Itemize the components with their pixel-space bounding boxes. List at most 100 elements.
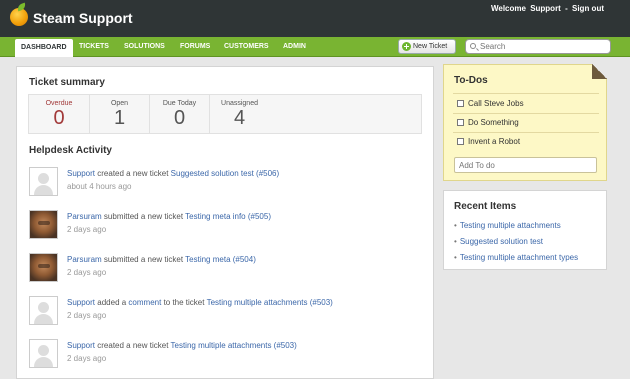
ticket-link[interactable]: Testing meta info (#505) xyxy=(185,212,271,221)
activity-item: Support created a new ticket Suggested s… xyxy=(29,167,409,203)
ticket-link[interactable]: Testing multiple attachments (#503) xyxy=(171,341,297,350)
stat-value: 0 xyxy=(53,107,65,129)
activity-action: submitted a new ticket xyxy=(103,212,184,221)
stat-label: Overdue xyxy=(45,100,73,107)
divider xyxy=(453,93,599,94)
welcome-text: Welcome xyxy=(490,4,526,13)
activity-text: Support created a new ticket Testing mul… xyxy=(67,341,297,350)
activity-text: Parsuram submitted a new ticket Testing … xyxy=(67,212,271,221)
search-box xyxy=(465,39,611,54)
activity-time: 2 days ago xyxy=(67,354,107,363)
avatar xyxy=(29,296,58,325)
comment-link[interactable]: comment xyxy=(128,298,161,307)
ticket-link[interactable]: Testing meta (#504) xyxy=(185,255,256,264)
signout-link[interactable]: Sign out xyxy=(572,4,604,13)
activity-time: about 4 hours ago xyxy=(67,182,132,191)
activity-item: Parsuram submitted a new ticket Testing … xyxy=(29,253,409,289)
ticket-link[interactable]: Suggested solution test (#506) xyxy=(171,169,280,178)
todo-item[interactable]: Do Something xyxy=(457,118,519,127)
activity-text: Support created a new ticket Suggested s… xyxy=(67,169,279,178)
recent-item-label: Testing multiple attachment types xyxy=(459,253,579,262)
activity-time: 2 days ago xyxy=(67,268,107,277)
recent-item-label: Suggested solution test xyxy=(459,237,543,246)
activity-text: Parsuram submitted a new ticket Testing … xyxy=(67,255,256,264)
username-link[interactable]: Support xyxy=(530,4,561,13)
activity-item: Parsuram submitted a new ticket Testing … xyxy=(29,210,409,246)
dashboard-main: Ticket summary Overdue 0 Open 1 Due Toda… xyxy=(16,66,434,379)
userbar-separator: - xyxy=(565,4,568,13)
todo-item[interactable]: Call Steve Jobs xyxy=(457,99,524,108)
new-ticket-label: New Ticket xyxy=(413,43,448,50)
recent-item-label: Testing multiple attachments xyxy=(459,221,561,230)
tab-forums[interactable]: FORUMS xyxy=(180,37,210,57)
stat-due-today[interactable]: Due Today 0 xyxy=(149,95,209,133)
tab-dashboard[interactable]: DASHBOARD xyxy=(15,39,73,57)
search-icon xyxy=(470,43,476,49)
tab-admin[interactable]: ADMIN xyxy=(283,37,306,57)
activity-time: 2 days ago xyxy=(67,225,107,234)
user-link[interactable]: Support xyxy=(67,169,95,178)
stat-label: Unassigned xyxy=(221,100,258,107)
app-title: Steam Support xyxy=(33,10,133,26)
activity-text: Support added a comment to the ticket Te… xyxy=(67,298,333,307)
page-curl-icon xyxy=(592,64,607,79)
bullet-icon: • xyxy=(454,237,457,246)
ticket-link[interactable]: Testing multiple attachments (#503) xyxy=(207,298,333,307)
stat-value: 1 xyxy=(113,107,126,129)
activity-item: Support created a new ticket Testing mul… xyxy=(29,339,409,375)
stat-overdue[interactable]: Overdue 0 xyxy=(29,95,89,133)
todo-checkbox[interactable] xyxy=(457,119,464,126)
todo-title: To-Dos xyxy=(454,75,488,86)
avatar xyxy=(29,339,58,368)
todo-label: Do Something xyxy=(468,118,519,127)
todo-panel: To-Dos Call Steve Jobs Do Something Inve… xyxy=(443,64,607,181)
recent-items-panel: Recent Items • Testing multiple attachmen… xyxy=(443,190,607,270)
search-input[interactable] xyxy=(480,41,608,52)
recent-item[interactable]: • Testing multiple attachment types xyxy=(454,253,578,262)
todo-item[interactable]: Invent a Robot xyxy=(457,137,520,146)
divider xyxy=(453,113,599,114)
bullet-icon: • xyxy=(454,221,457,230)
todo-checkbox[interactable] xyxy=(457,100,464,107)
recent-item[interactable]: • Testing multiple attachments xyxy=(454,221,561,230)
recent-items-title: Recent Items xyxy=(454,201,517,212)
ticket-summary-title: Ticket summary xyxy=(29,77,105,88)
user-bar: Welcome Support - Sign out xyxy=(489,4,604,13)
user-link[interactable]: Support xyxy=(67,298,95,307)
user-link[interactable]: Parsuram xyxy=(67,255,102,264)
tab-customers[interactable]: CUSTOMERS xyxy=(224,37,269,57)
activity-action: to the ticket xyxy=(163,298,205,307)
recent-item[interactable]: • Suggested solution test xyxy=(454,237,543,246)
avatar xyxy=(29,253,58,282)
add-todo-input[interactable] xyxy=(459,160,591,170)
bullet-icon: • xyxy=(454,253,457,262)
todo-label: Call Steve Jobs xyxy=(468,99,524,108)
avatar xyxy=(29,167,58,196)
stat-unassigned[interactable]: Unassigned 4 xyxy=(209,95,269,133)
stat-label: Due Today xyxy=(162,100,197,107)
activity-time: 2 days ago xyxy=(67,311,107,320)
new-ticket-button[interactable]: New Ticket xyxy=(398,39,456,54)
tab-tickets[interactable]: TICKETS xyxy=(79,37,109,57)
activity-action: submitted a new ticket xyxy=(103,255,184,264)
todo-label: Invent a Robot xyxy=(468,137,521,146)
stat-open[interactable]: Open 1 xyxy=(89,95,149,133)
top-bar: Steam Support Welcome Support - Sign out xyxy=(0,0,630,37)
add-icon xyxy=(402,42,411,51)
user-link[interactable]: Parsuram xyxy=(67,212,102,221)
divider xyxy=(453,132,599,133)
activity-action: created a new ticket xyxy=(97,341,169,350)
user-link[interactable]: Support xyxy=(67,341,95,350)
avatar xyxy=(29,210,58,239)
activity-action: added a xyxy=(97,298,127,307)
helpdesk-activity-title: Helpdesk Activity xyxy=(29,145,112,156)
stat-label: Open xyxy=(110,100,129,107)
tab-solutions[interactable]: SOLUTIONS xyxy=(124,37,165,57)
todo-checkbox[interactable] xyxy=(457,138,464,145)
stat-value: 0 xyxy=(173,107,186,129)
ticket-summary-stats: Overdue 0 Open 1 Due Today 0 Unassigned … xyxy=(28,94,422,134)
add-todo-field xyxy=(454,157,597,173)
activity-action: created a new ticket xyxy=(97,169,169,178)
activity-item: Support added a comment to the ticket Te… xyxy=(29,296,409,332)
stat-value: 4 xyxy=(233,107,246,129)
